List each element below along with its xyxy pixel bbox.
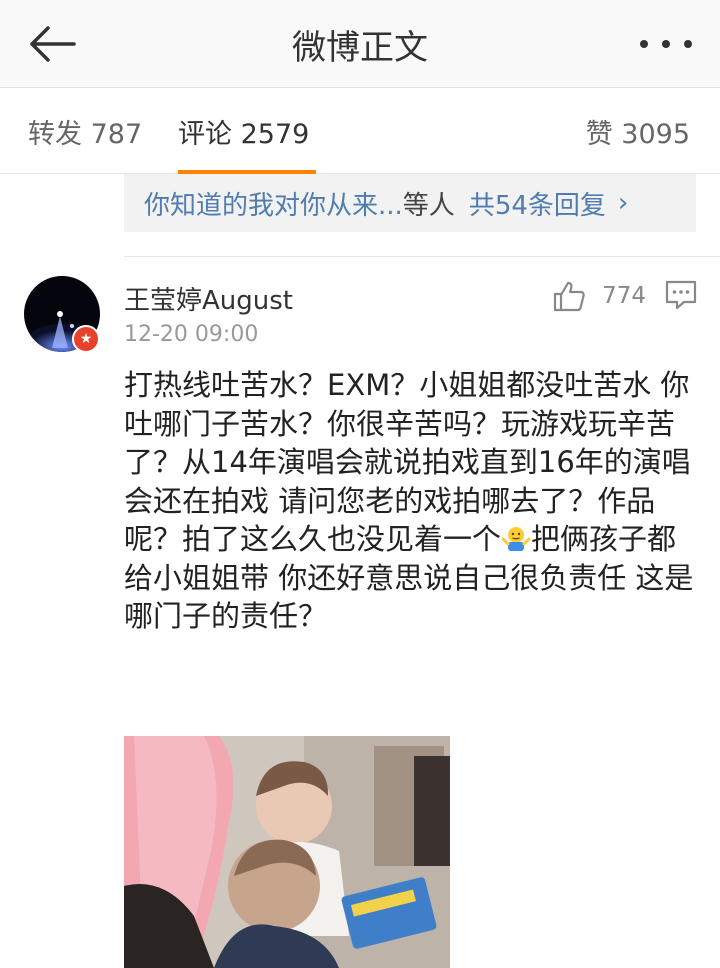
like-count: 774 [602, 283, 646, 309]
more-dots-icon [640, 40, 648, 48]
comment-username[interactable]: 王莹婷August [124, 280, 293, 317]
reply-count: 共54条回复 [468, 190, 606, 221]
tab-likes[interactable]: 赞 3095 [586, 112, 690, 151]
comment-timestamp: 12-20 09:00 [124, 322, 259, 347]
comment-text: 打热线吐苦水？EXM？小姐姐都没吐苦水 你吐哪门子苦水？你很辛苦吗？玩游戏玩辛苦… [124, 366, 696, 636]
reply-author-text: 等人 [402, 190, 455, 221]
comment-reply-icon [665, 280, 697, 310]
page-title: 微博正文 [292, 28, 428, 68]
comment-reply-button[interactable] [664, 278, 698, 312]
top-navigation-bar: 微博正文 [0, 0, 720, 88]
more-button[interactable] [640, 22, 692, 66]
tab-repost[interactable]: 转发 787 [28, 112, 142, 151]
tab-comments[interactable]: 评论 2579 [178, 112, 309, 151]
verified-badge-icon: ★ [72, 325, 100, 353]
comment-photo[interactable] [124, 736, 450, 968]
reply-preview-text: 你知道的我对你从来... [144, 190, 403, 221]
chevron-right-icon: › [617, 188, 629, 218]
comment-divider [124, 256, 720, 257]
reply-summary[interactable]: 你知道的我对你从来... 等人 共54条回复 › [124, 174, 696, 232]
post-tabs: 转发 787 评论 2579 赞 3095 [0, 88, 720, 174]
shrug-emoji-icon [501, 527, 531, 551]
thumbs-up-icon [553, 281, 585, 312]
photo-image [124, 736, 450, 968]
more-dot [662, 40, 670, 48]
like-button[interactable]: 774 [552, 276, 646, 316]
more-dot [684, 40, 692, 48]
